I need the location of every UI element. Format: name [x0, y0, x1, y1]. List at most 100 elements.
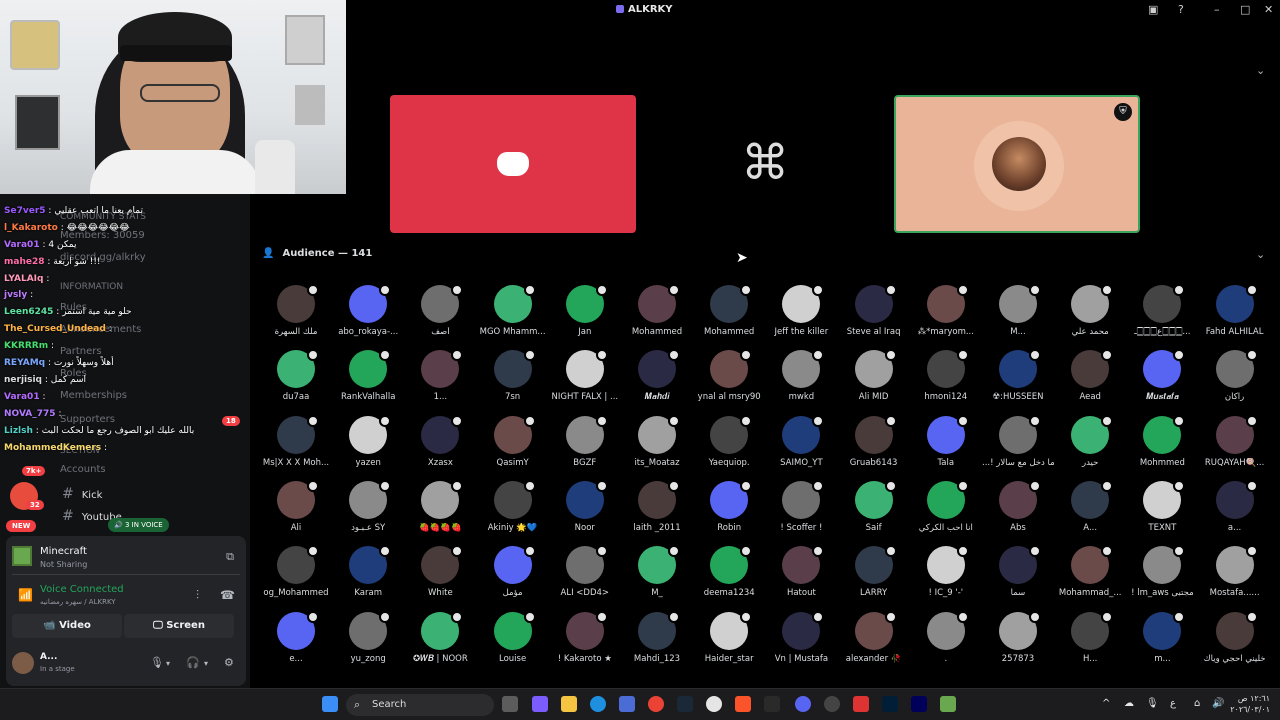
audience-member[interactable]: ! Kakaroto ★	[549, 609, 621, 671]
mic-tray-icon[interactable]: 🎙	[1146, 698, 1159, 709]
audience-member[interactable]: Mohammed	[693, 282, 765, 344]
audience-member[interactable]: Louise	[477, 609, 549, 671]
audience-member[interactable]: ☢:HUSSEEN	[982, 347, 1054, 409]
audience-member[interactable]: Tala	[910, 413, 982, 475]
signal-icon[interactable]: 📶	[18, 588, 33, 602]
channel-item[interactable]: Supporters	[60, 414, 115, 425]
channel-category[interactable]: INFORMATION	[60, 282, 123, 292]
audience-member[interactable]: Hatout	[765, 543, 837, 605]
audience-member[interactable]: 1...	[404, 347, 476, 409]
audience-member[interactable]: yu_zong	[332, 609, 404, 671]
steam-icon[interactable]	[677, 696, 693, 712]
audience-member[interactable]: Robin	[693, 478, 765, 540]
audience-member[interactable]: A...	[1054, 478, 1126, 540]
brave-icon[interactable]	[735, 696, 751, 712]
audience-member[interactable]: ! IC_9 '-'	[910, 543, 982, 605]
audience-member[interactable]: RUQAYAH🍭...	[1199, 413, 1271, 475]
tray-chevron-icon[interactable]: ^	[1102, 698, 1110, 709]
audience-member[interactable]: SAIMO_YT	[765, 413, 837, 475]
activity-row[interactable]: Minecraft Not Sharing ⧉	[12, 542, 240, 569]
audience-member[interactable]: og_Mohammed	[260, 543, 332, 605]
audience-member[interactable]: Xzasx	[404, 413, 476, 475]
chevron-down-icon[interactable]: ⌄	[1256, 64, 1265, 77]
channel-kick[interactable]: # Kick	[48, 486, 102, 502]
share-activity-icon[interactable]: ⧉	[226, 550, 234, 564]
audience-member[interactable]: 🍓🍓🍓🍓	[404, 478, 476, 540]
chevron-down-icon[interactable]: ▾	[166, 659, 170, 668]
network-icon[interactable]: ⌂	[1194, 698, 1200, 709]
settings-gear-icon[interactable]: ⚙	[224, 656, 234, 669]
audience-member[interactable]: راكان	[1199, 347, 1271, 409]
audience-member[interactable]: ✪𝑾𝑩 | NOOR	[404, 609, 476, 671]
audience-member[interactable]: Abs	[982, 478, 1054, 540]
audience-member[interactable]: 𝑴𝒂𝒉𝒅𝒊	[621, 347, 693, 409]
channel-item[interactable]: Memberships	[60, 390, 127, 401]
audience-member[interactable]: ynal al msry90	[693, 347, 765, 409]
audience-member[interactable]: Akiniy 🌟💙	[477, 478, 549, 540]
audience-member[interactable]: Aead	[1054, 347, 1126, 409]
audience-member[interactable]: ع🀆🀆🀆ـ🀆🀆🀆...	[1126, 282, 1198, 344]
noise-suppression-icon[interactable]: ⫶	[196, 588, 199, 603]
audience-member[interactable]: Steve al Iraq	[838, 282, 910, 344]
audience-member[interactable]: Mohmmed	[1126, 413, 1198, 475]
audience-member[interactable]: ! lm_aws مجتبى	[1126, 543, 1198, 605]
help-icon[interactable]: ?	[1178, 3, 1184, 16]
audience-member[interactable]: 257873	[982, 609, 1054, 671]
channel-item[interactable]: Accounts	[60, 464, 106, 475]
audience-member[interactable]: Fahd ALHILAL	[1199, 282, 1271, 344]
audience-member[interactable]: ! Scoffer !	[765, 478, 837, 540]
chrome-icon[interactable]	[648, 696, 664, 712]
audience-member[interactable]: du7aa	[260, 347, 332, 409]
audience-member[interactable]: Noor	[549, 478, 621, 540]
audience-member[interactable]: Mohammed	[621, 282, 693, 344]
chevron-down-icon[interactable]: ⌄	[1256, 248, 1265, 261]
audience-member[interactable]: خليني احجي ويأك	[1199, 609, 1271, 671]
start-icon[interactable]	[322, 696, 338, 712]
audience-member[interactable]: yazen	[332, 413, 404, 475]
audience-member[interactable]: Mahdi_123	[621, 609, 693, 671]
user-name[interactable]: A...	[40, 652, 57, 662]
audience-member[interactable]: H...	[1054, 609, 1126, 671]
disconnect-icon[interactable]: ☎	[220, 588, 235, 602]
microphone-icon[interactable]: 🎙	[150, 656, 164, 669]
audience-member[interactable]: BGZF	[549, 413, 621, 475]
capcut-icon[interactable]	[764, 696, 780, 712]
audience-member[interactable]: ⁂*maryom...	[910, 282, 982, 344]
audience-member[interactable]: LARRY	[838, 543, 910, 605]
audience-member[interactable]: Ms|X X X Moh...	[260, 413, 332, 475]
audience-member[interactable]: laith _2011	[621, 478, 693, 540]
stage-speaker-tile-speaking[interactable]: ⛨	[894, 95, 1140, 233]
audience-member[interactable]: Ali MID	[838, 347, 910, 409]
voice-connected-label[interactable]: Voice Connected	[40, 584, 124, 595]
search-box[interactable]: ⌕ Search	[346, 694, 494, 716]
audience-member[interactable]: M...	[982, 282, 1054, 344]
audience-member[interactable]: a...	[1199, 478, 1271, 540]
audience-member[interactable]: أصف	[404, 282, 476, 344]
photoshop-icon[interactable]	[882, 696, 898, 712]
obs-icon[interactable]	[824, 696, 840, 712]
settings-icon[interactable]	[706, 696, 722, 712]
language-indicator[interactable]: ع	[1170, 698, 1176, 709]
audience-member[interactable]: ALI <DD4>	[549, 543, 621, 605]
audience-member[interactable]: Haider_star	[693, 609, 765, 671]
task-view-icon[interactable]	[502, 696, 518, 712]
audience-member[interactable]: سما	[982, 543, 1054, 605]
screen-share-button[interactable]: 🖵 Screen	[124, 614, 234, 638]
minimize-icon[interactable]: –	[1214, 3, 1220, 16]
audience-member[interactable]: 7sn	[477, 347, 549, 409]
audience-member[interactable]: MGO Mhamm...	[477, 282, 549, 344]
audience-member[interactable]: RankValhalla	[332, 347, 404, 409]
audience-member[interactable]: Mostafa......	[1199, 543, 1271, 605]
audience-member[interactable]: alexander 🥀	[838, 609, 910, 671]
audience-member[interactable]: QasimY	[477, 413, 549, 475]
audience-member[interactable]: ملك السهرة	[260, 282, 332, 344]
chevron-down-icon[interactable]: ▾	[204, 659, 208, 668]
stage-speaker-tile[interactable]: ⌘	[642, 95, 888, 233]
minecraft-taskbar-icon[interactable]	[940, 696, 956, 712]
audience-member[interactable]: Yaequiop.	[693, 413, 765, 475]
system-clock[interactable]: ١٢:٦١ ص ٢٠٢٦/٠٣/٠١	[1230, 693, 1270, 715]
audience-member[interactable]: m...	[1126, 609, 1198, 671]
premiere-icon[interactable]	[911, 696, 927, 712]
store-icon[interactable]	[619, 696, 635, 712]
audience-member[interactable]: Saif	[838, 478, 910, 540]
